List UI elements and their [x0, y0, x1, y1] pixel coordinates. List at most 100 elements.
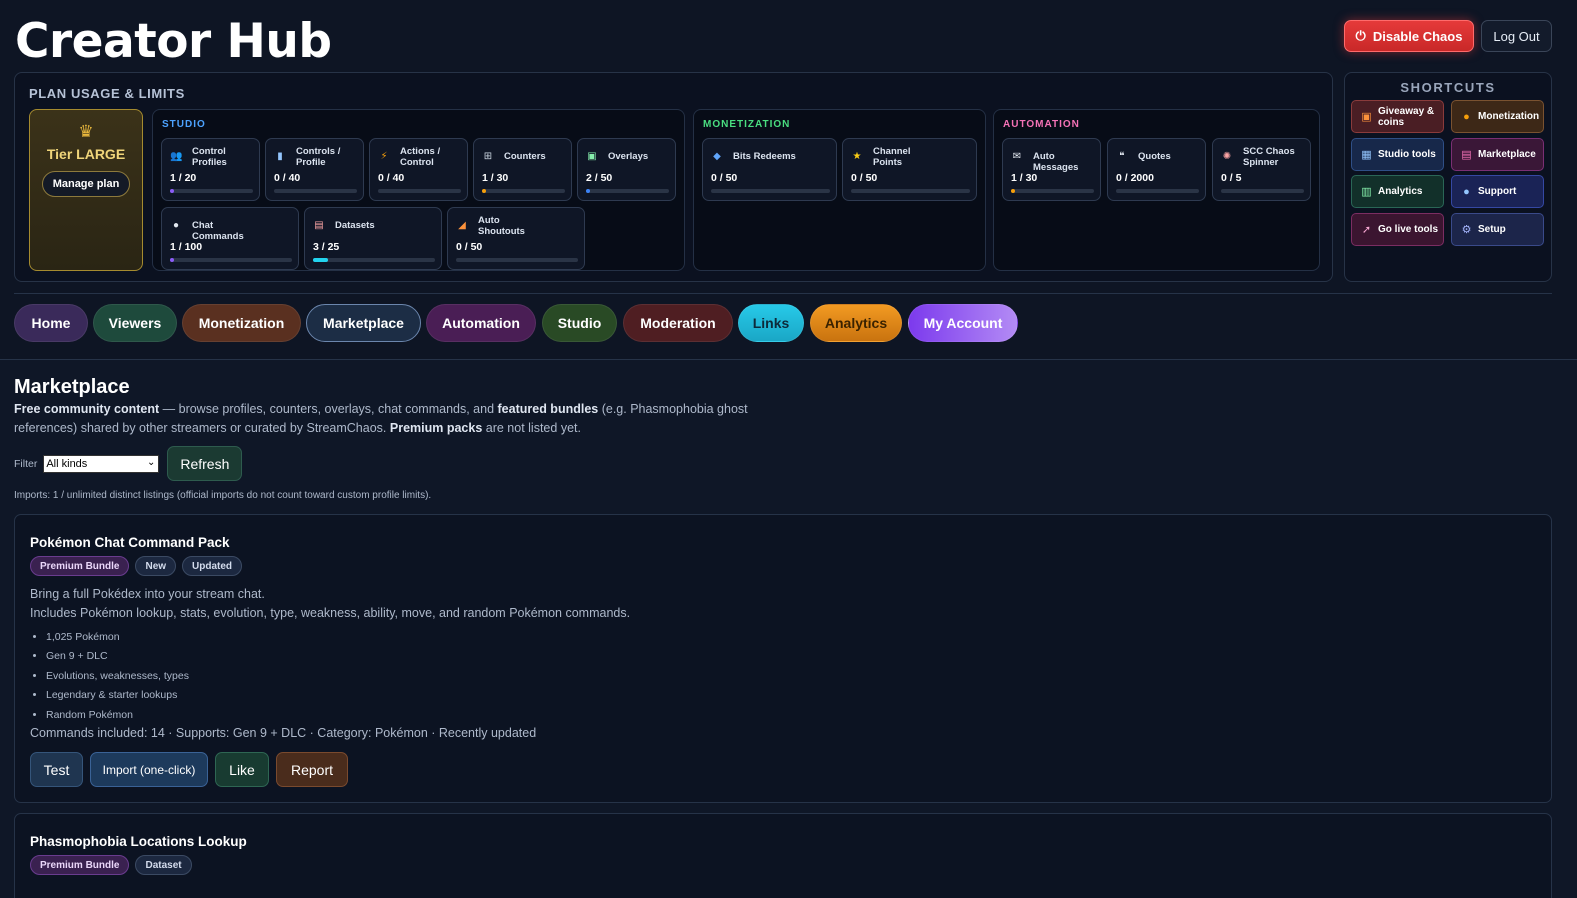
tier-card: ♛ Tier LARGE Manage plan: [29, 109, 143, 271]
filter-label: Filter: [14, 457, 38, 470]
limit-card-counters: ⊞ Counters 1 / 30: [473, 138, 572, 201]
disable-chaos-button[interactable]: ⏻ Disable Chaos: [1344, 20, 1474, 52]
limit-count: 1 / 30: [482, 172, 509, 184]
limit-count: 2 / 50: [586, 172, 613, 184]
shortcut-analytics[interactable]: ▥ Analytics: [1351, 175, 1444, 208]
feature-item: 1,025 Pokémon: [46, 628, 189, 647]
limit-name: Auto Messages: [1033, 151, 1079, 173]
usage-bar-fill: [170, 258, 174, 262]
power-icon: ⏻: [1355, 28, 1366, 43]
limit-name: Datasets: [335, 220, 375, 231]
top-panel: Creator Hub ⏻ Disable Chaos Log Out PLAN…: [0, 0, 1577, 360]
limit-count: 0 / 5: [1221, 172, 1242, 184]
logout-button[interactable]: Log Out: [1481, 20, 1552, 52]
shortcut-go-live-tools[interactable]: ➚ Go live tools: [1351, 212, 1444, 246]
listing-card: Pokémon Chat Command Pack Premium Bundle…: [14, 514, 1552, 803]
usage-bar: [1116, 189, 1199, 193]
shortcut-label: Go live tools: [1378, 223, 1439, 235]
refresh-button[interactable]: Refresh: [167, 446, 243, 481]
usage-bar: [456, 258, 578, 262]
tab-moderation[interactable]: Moderation: [623, 304, 733, 342]
usage-bar-fill: [586, 189, 590, 193]
listing-line-1: Bring a full Pokédex into your stream ch…: [30, 587, 265, 601]
shortcut-label: Support: [1478, 186, 1517, 197]
tab-my-account[interactable]: My Account: [908, 304, 1018, 342]
gear-icon: ⚙: [1461, 223, 1472, 236]
listing-title: Pokémon Chat Command Pack: [30, 535, 230, 550]
shortcut-setup[interactable]: ⚙ Setup: [1451, 212, 1544, 246]
tab-marketplace[interactable]: Marketplace: [306, 304, 421, 342]
tab-studio[interactable]: Studio: [542, 304, 617, 342]
listing-meta: Commands included: 14 · Supports: Gen 9 …: [30, 726, 537, 740]
listing-tags: Premium Bundle New Updated: [30, 556, 243, 576]
report-button[interactable]: Report: [276, 752, 348, 787]
listing-features: 1,025 PokémonGen 9 + DLCEvolutions, weak…: [46, 628, 189, 725]
filter-select[interactable]: All kinds ⌄: [43, 454, 160, 473]
shortcut-label: Monetization: [1478, 111, 1540, 122]
tab-monetization[interactable]: Monetization: [182, 304, 301, 342]
section-description: Free community content — browse profiles…: [14, 402, 748, 435]
shortcut-marketplace[interactable]: ▤ Marketplace: [1451, 137, 1544, 171]
image-icon: ▣: [587, 151, 597, 162]
tag-premium-bundle: Premium Bundle: [30, 855, 130, 875]
imports-status: Imports: 1 / unlimited distinct listings…: [14, 490, 432, 501]
shortcut-label: Marketplace: [1478, 148, 1536, 160]
limit-count: 0 / 50: [456, 241, 483, 253]
gift-icon: ▣: [1361, 111, 1372, 123]
limit-count: 0 / 2000: [1116, 172, 1154, 184]
limit-name: Overlays: [608, 151, 649, 162]
tier-name: Tier LARGE: [46, 146, 126, 162]
usage-bar: [711, 189, 830, 193]
tag-updated: Updated: [182, 556, 243, 576]
shortcut-support[interactable]: ● Support: [1451, 175, 1544, 208]
listing-actions: Test Import (one-click) Like Report: [30, 752, 348, 787]
limit-count: 1 / 100: [170, 241, 203, 253]
shortcut-label: Setup: [1478, 223, 1506, 235]
limit-count: 0 / 40: [378, 172, 405, 184]
chevron-down-icon: ⌄: [146, 456, 156, 468]
limit-name: Channel Points: [873, 146, 911, 168]
quote-icon: ❝: [1119, 151, 1125, 162]
chart-icon: ▥: [1361, 186, 1372, 198]
manage-plan-button[interactable]: Manage plan: [41, 171, 131, 197]
limit-card-auto-shoutouts: ◢ Auto Shoutouts 0 / 50: [447, 207, 585, 270]
limit-name: Control Profiles: [192, 146, 227, 168]
filter-row: Filter All kinds ⌄ Refresh: [14, 446, 243, 481]
star-icon: ★: [852, 151, 862, 162]
like-button[interactable]: Like: [215, 752, 269, 787]
test-button[interactable]: Test: [30, 752, 83, 787]
megaphone-icon: ◢: [458, 220, 466, 231]
limit-count: 0 / 50: [851, 172, 878, 184]
limit-card-datasets: ▤ Datasets 3 / 25: [304, 207, 442, 270]
filter-value: All kinds: [46, 457, 88, 470]
shortcut-label: Analytics: [1378, 186, 1423, 197]
tab-viewers[interactable]: Viewers: [93, 304, 177, 342]
limits-group-automation: AUTOMATION ✉ Auto Messages 1 / 30 ❝ Quotes 0 /…: [993, 109, 1320, 271]
usage-bar: [482, 189, 565, 193]
limit-card-channel-points: ★ Channel Points 0 / 50: [842, 138, 977, 201]
tab-home[interactable]: Home: [14, 304, 88, 342]
envelope-icon: ✉: [1012, 151, 1022, 162]
tag-dataset: Dataset: [135, 855, 192, 875]
money-bag-icon: ●: [1463, 110, 1470, 123]
limit-name: SCC Chaos Spinner: [1243, 146, 1295, 168]
section-title: Marketplace: [14, 376, 130, 398]
shortcut-giveaway-coins[interactable]: ▣ Giveaway & coins: [1351, 100, 1444, 133]
limits-group-studio: STUDIO 👥 Control Profiles 1 / 20 ▮ Controls /…: [152, 109, 685, 271]
limit-count: 1 / 20: [170, 172, 197, 184]
shortcut-label: Giveaway & coins: [1378, 105, 1435, 128]
listing-card: Phasmophobia Locations Lookup Premium Bu…: [14, 813, 1552, 898]
shortcuts-panel: SHORTCUTS ▣ Giveaway & coins ● Monetization…: [1344, 72, 1552, 282]
tab-analytics[interactable]: Analytics: [810, 304, 902, 342]
tab-automation[interactable]: Automation: [426, 304, 536, 342]
shortcut-monetization[interactable]: ● Monetization: [1451, 100, 1544, 133]
tag-premium-bundle: Premium Bundle: [30, 556, 130, 576]
disable-chaos-label: Disable Chaos: [1372, 28, 1463, 44]
grid-icon: ⊞: [483, 151, 493, 162]
limit-name: Auto Shoutouts: [478, 215, 525, 237]
shortcut-studio-tools[interactable]: ▦ Studio tools: [1351, 137, 1444, 171]
import-button[interactable]: Import (one-click): [90, 752, 208, 787]
usage-bar: [586, 189, 669, 193]
usage-bar-fill: [170, 189, 175, 193]
tab-links[interactable]: Links: [738, 304, 804, 342]
